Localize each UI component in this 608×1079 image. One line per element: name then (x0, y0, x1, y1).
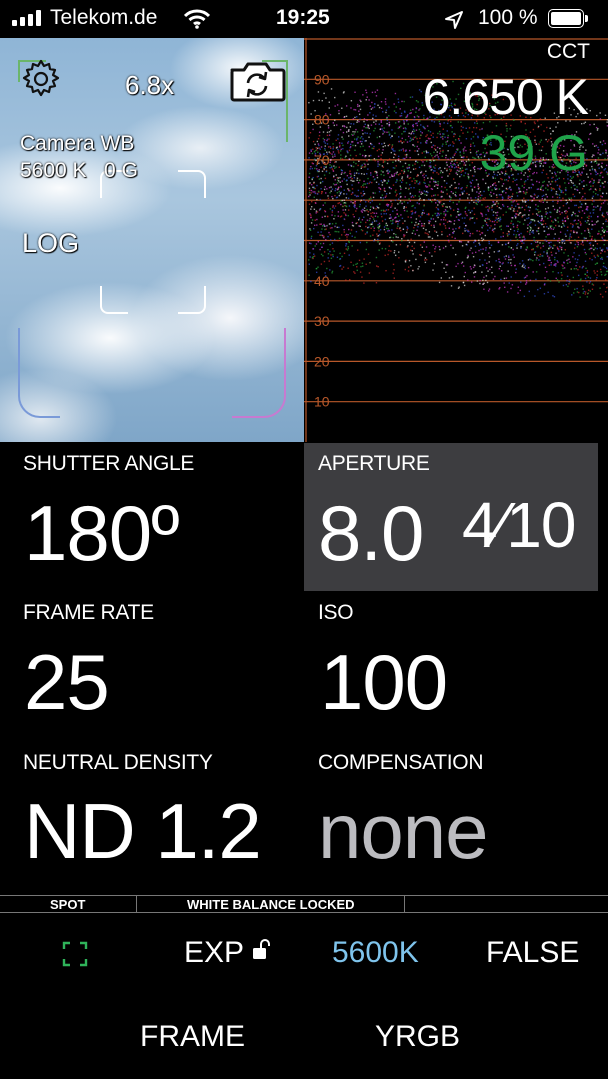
waveform-scale-label: 40 (314, 273, 330, 289)
focus-area-corner (100, 286, 128, 314)
gear-icon[interactable] (20, 58, 62, 100)
tint-value: 39 G (479, 125, 588, 181)
zoom-level[interactable]: 6.8x (125, 70, 174, 101)
waveform-scale-label: 80 (314, 112, 330, 128)
focus-area-corner (178, 170, 206, 198)
wifi-icon (184, 9, 210, 29)
waveform-monitor[interactable]: 90 80 70 40 30 20 10 CCT 6.650 K 39 G (304, 38, 608, 442)
spot-indicator: SPOT (50, 897, 86, 912)
log-mode-label: LOG (22, 228, 80, 258)
aperture-fraction[interactable]: 4⁄10 (462, 488, 576, 562)
status-bar: Telekom.de 19:25 100 % (0, 0, 608, 38)
exposure-lock-button[interactable]: EXP (184, 936, 271, 970)
yrgb-button[interactable]: YRGB (375, 1020, 460, 1054)
waveform-scale-label: 20 (314, 353, 330, 369)
location-arrow-icon (445, 11, 463, 29)
battery-icon (548, 9, 588, 28)
nd-label: NEUTRAL DENSITY (23, 751, 213, 774)
frame-button[interactable]: FRAME (140, 1020, 245, 1054)
wb-value: 5600 K 0 G (20, 159, 138, 182)
iso-label: ISO (318, 601, 354, 624)
compensation-value[interactable]: none (318, 786, 489, 877)
aperture-value[interactable]: 8.0 (318, 488, 424, 579)
focus-area-corner (178, 286, 206, 314)
waveform-scale-label: 90 (314, 71, 330, 87)
waveform-scale-label: 30 (314, 313, 330, 329)
camera-flip-icon[interactable] (228, 58, 286, 102)
clock: 19:25 (276, 6, 330, 29)
wb-locked-indicator: WHITE BALANCE LOCKED (187, 897, 355, 912)
battery-percent: 100 % (478, 6, 538, 29)
signal-icon (12, 10, 44, 26)
wb-title: Camera WB (20, 132, 135, 155)
focus-target-icon[interactable] (62, 941, 88, 967)
iso-value[interactable]: 100 (320, 637, 448, 728)
exp-label: EXP (184, 936, 245, 969)
compensation-label: COMPENSATION (318, 751, 484, 774)
framerate-value[interactable]: 25 (24, 637, 110, 728)
frame-guide-corner (232, 328, 286, 418)
cct-label: CCT (546, 40, 590, 63)
shutter-value[interactable]: 180º (24, 488, 180, 579)
white-balance-button[interactable]: 5600K (332, 936, 419, 970)
unlock-icon (253, 939, 271, 959)
false-color-button[interactable]: FALSE (486, 936, 579, 970)
waveform-scale-label: 70 (314, 152, 330, 168)
framerate-label: FRAME RATE (23, 601, 154, 624)
frame-guide-corner (18, 328, 60, 418)
aperture-label: APERTURE (318, 452, 430, 475)
carrier-name: Telekom.de (50, 6, 158, 29)
waveform-scale-label: 10 (314, 394, 330, 410)
nd-value[interactable]: ND 1.2 (24, 786, 262, 877)
cct-value: 6.650 K (422, 69, 589, 125)
shutter-label: SHUTTER ANGLE (23, 452, 195, 475)
